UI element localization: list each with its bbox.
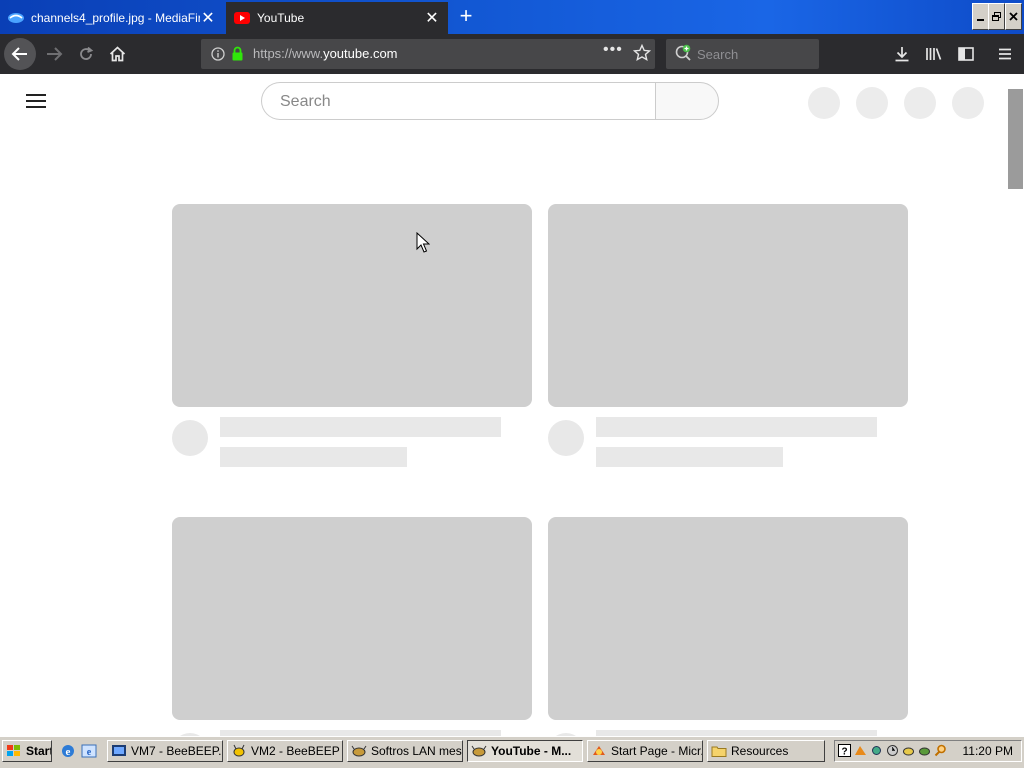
tab-label: YouTube <box>257 11 305 25</box>
bookmark-star-icon[interactable] <box>632 43 652 67</box>
thumbnail-placeholder <box>172 204 532 407</box>
forward-button[interactable] <box>38 38 70 70</box>
home-button[interactable] <box>101 38 133 70</box>
taskbar-item-label: VM7 - BeeBEEP... <box>131 744 223 758</box>
network-icon[interactable] <box>854 744 867 757</box>
header-placeholder-circle <box>856 87 888 119</box>
youtube-search-button[interactable] <box>655 82 719 120</box>
sidebar-toggle-button[interactable] <box>950 38 982 70</box>
taskbar-item-resources[interactable]: Resources <box>707 740 825 762</box>
ie-shortcut-icon[interactable]: e <box>81 743 97 759</box>
lock-icon[interactable] <box>231 46 244 66</box>
browser-tab-strip: channels4_profile.jpg - MediaFire ✕ YouT… <box>0 0 1024 34</box>
clock-app-icon[interactable] <box>886 744 899 757</box>
taskbar-item-label: YouTube - M... <box>491 744 572 758</box>
folder-icon <box>711 743 727 759</box>
svg-text:e: e <box>87 747 92 758</box>
video-card-placeholder <box>172 204 532 477</box>
svg-text:?: ? <box>841 747 847 758</box>
search-tray-icon[interactable] <box>934 744 947 757</box>
video-card-placeholder <box>172 517 532 736</box>
subtitle-placeholder <box>596 447 783 467</box>
tab-youtube[interactable]: YouTube ✕ <box>226 2 448 34</box>
settings-icon[interactable] <box>870 744 883 757</box>
header-placeholder-circle <box>904 87 936 119</box>
minimize-button[interactable] <box>972 3 989 30</box>
search-engine-icon[interactable] <box>674 44 694 67</box>
taskbar-item-label: VM2 - BeeBEEP <box>251 744 340 758</box>
video-card-placeholder <box>548 517 908 736</box>
scrollbar-thumb[interactable] <box>1008 89 1023 189</box>
browser-search-field[interactable]: Search <box>666 39 819 69</box>
youtube-search-box[interactable] <box>261 82 655 120</box>
close-tab-icon[interactable]: ✕ <box>424 10 440 27</box>
taskbar-item-start-page[interactable]: Start Page - Micr... <box>587 740 703 762</box>
youtube-icon <box>234 10 250 26</box>
downloads-button[interactable] <box>886 38 918 70</box>
tab-mediafire[interactable]: channels4_profile.jpg - MediaFire ✕ <box>0 2 224 34</box>
start-button[interactable]: Start <box>2 740 52 762</box>
vm-window-icon <box>111 743 127 759</box>
plus-icon[interactable]: + <box>455 5 477 28</box>
start-label: Start <box>26 744 52 758</box>
menu-button[interactable] <box>989 38 1021 70</box>
video-card-placeholder <box>548 204 908 477</box>
mouse-cursor-icon <box>416 231 431 259</box>
browser-icon <box>591 743 607 759</box>
avatar-placeholder <box>172 420 208 456</box>
taskbar-item-softros[interactable]: Softros LAN mes... <box>347 740 463 762</box>
system-clock[interactable]: 11:20 PM <box>963 744 1013 758</box>
taskbar-item-label: Softros LAN mes... <box>371 744 463 758</box>
thumbnail-placeholder <box>548 517 908 720</box>
close-tab-icon[interactable]: ✕ <box>200 10 216 27</box>
tab-label: channels4_profile.jpg - MediaFire <box>31 11 200 25</box>
beebeep-tray-icon[interactable] <box>902 744 915 757</box>
info-icon[interactable] <box>211 47 225 66</box>
header-placeholder-circle <box>808 87 840 119</box>
taskbar-item-youtube[interactable]: YouTube - M... <box>467 740 583 762</box>
address-bar[interactable]: https://www.youtube.com ••• <box>201 39 655 69</box>
navigation-toolbar: https://www.youtube.com ••• Search <box>0 34 1024 74</box>
header-placeholder-circle <box>952 87 984 119</box>
softros-icon <box>351 743 367 759</box>
title-placeholder <box>596 417 877 437</box>
back-button[interactable] <box>4 38 36 70</box>
guide-menu-icon[interactable] <box>26 94 46 108</box>
thumbnail-placeholder <box>172 517 532 720</box>
subtitle-placeholder <box>220 447 407 467</box>
url-text: https://www.youtube.com <box>253 46 398 61</box>
mediafire-icon <box>8 10 24 26</box>
avatar-placeholder <box>548 420 584 456</box>
taskbar-item-label: Resources <box>731 744 789 758</box>
reload-button[interactable] <box>70 38 102 70</box>
taskbar-item-label: Start Page - Micr... <box>611 744 703 758</box>
browser-search-placeholder: Search <box>697 47 739 62</box>
help-icon[interactable]: ? <box>838 744 851 758</box>
windows-taskbar: Start e e VM7 - BeeBEEP... VM2 - BeeBEEP… <box>0 736 1024 768</box>
taskbar-item-vm7-beebeep[interactable]: VM7 - BeeBEEP... <box>107 740 223 762</box>
beebeep-icon <box>231 743 247 759</box>
page-scrollbar[interactable] <box>1007 74 1024 736</box>
softros-icon <box>471 743 487 759</box>
youtube-search-input[interactable] <box>278 92 642 112</box>
thumbnail-placeholder <box>548 204 908 407</box>
close-window-button[interactable] <box>1005 3 1022 30</box>
title-placeholder <box>220 417 501 437</box>
internet-explorer-icon[interactable]: e <box>60 743 76 759</box>
page-actions-icon[interactable]: ••• <box>603 41 623 59</box>
youtube-page <box>0 74 1024 736</box>
taskbar-item-vm2-beebeep[interactable]: VM2 - BeeBEEP <box>227 740 343 762</box>
softros-tray-icon[interactable] <box>918 744 931 757</box>
svg-text:e: e <box>66 746 71 758</box>
restore-button[interactable] <box>988 3 1005 30</box>
system-tray: ? 11:20 PM <box>834 740 1022 762</box>
windows-logo-icon <box>6 743 22 759</box>
library-button[interactable] <box>918 38 950 70</box>
